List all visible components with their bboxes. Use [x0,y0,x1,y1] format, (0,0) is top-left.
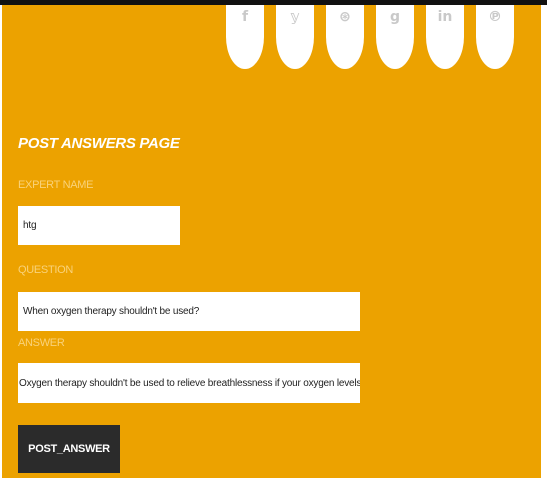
linkedin-icon: in [437,9,453,25]
question-input[interactable] [18,292,360,331]
question-label: QUESTION [18,264,74,276]
expert-name-input[interactable] [18,206,180,245]
social-links: f 𝕪 ⊛ g in ℗ [0,5,547,75]
pinterest-link[interactable]: ℗ [476,5,514,69]
linkedin-link[interactable]: in [426,5,464,69]
pinterest-icon: ℗ [488,9,502,25]
dribbble-icon: ⊛ [339,9,351,25]
post-answer-button[interactable]: POST_ANSWER [18,425,120,473]
google-plus-icon: g [389,9,401,25]
expert-name-label: EXPERT NAME [18,179,94,191]
page-title: POST ANSWERS PAGE [18,135,180,152]
twitter-icon: 𝕪 [290,9,300,25]
twitter-link[interactable]: 𝕪 [276,5,314,69]
answer-input[interactable] [18,363,360,403]
facebook-icon: f [241,9,249,25]
dribbble-link[interactable]: ⊛ [326,5,364,69]
answer-label: ANSWER [18,337,65,349]
facebook-link[interactable]: f [226,5,264,69]
google-plus-link[interactable]: g [376,5,414,69]
